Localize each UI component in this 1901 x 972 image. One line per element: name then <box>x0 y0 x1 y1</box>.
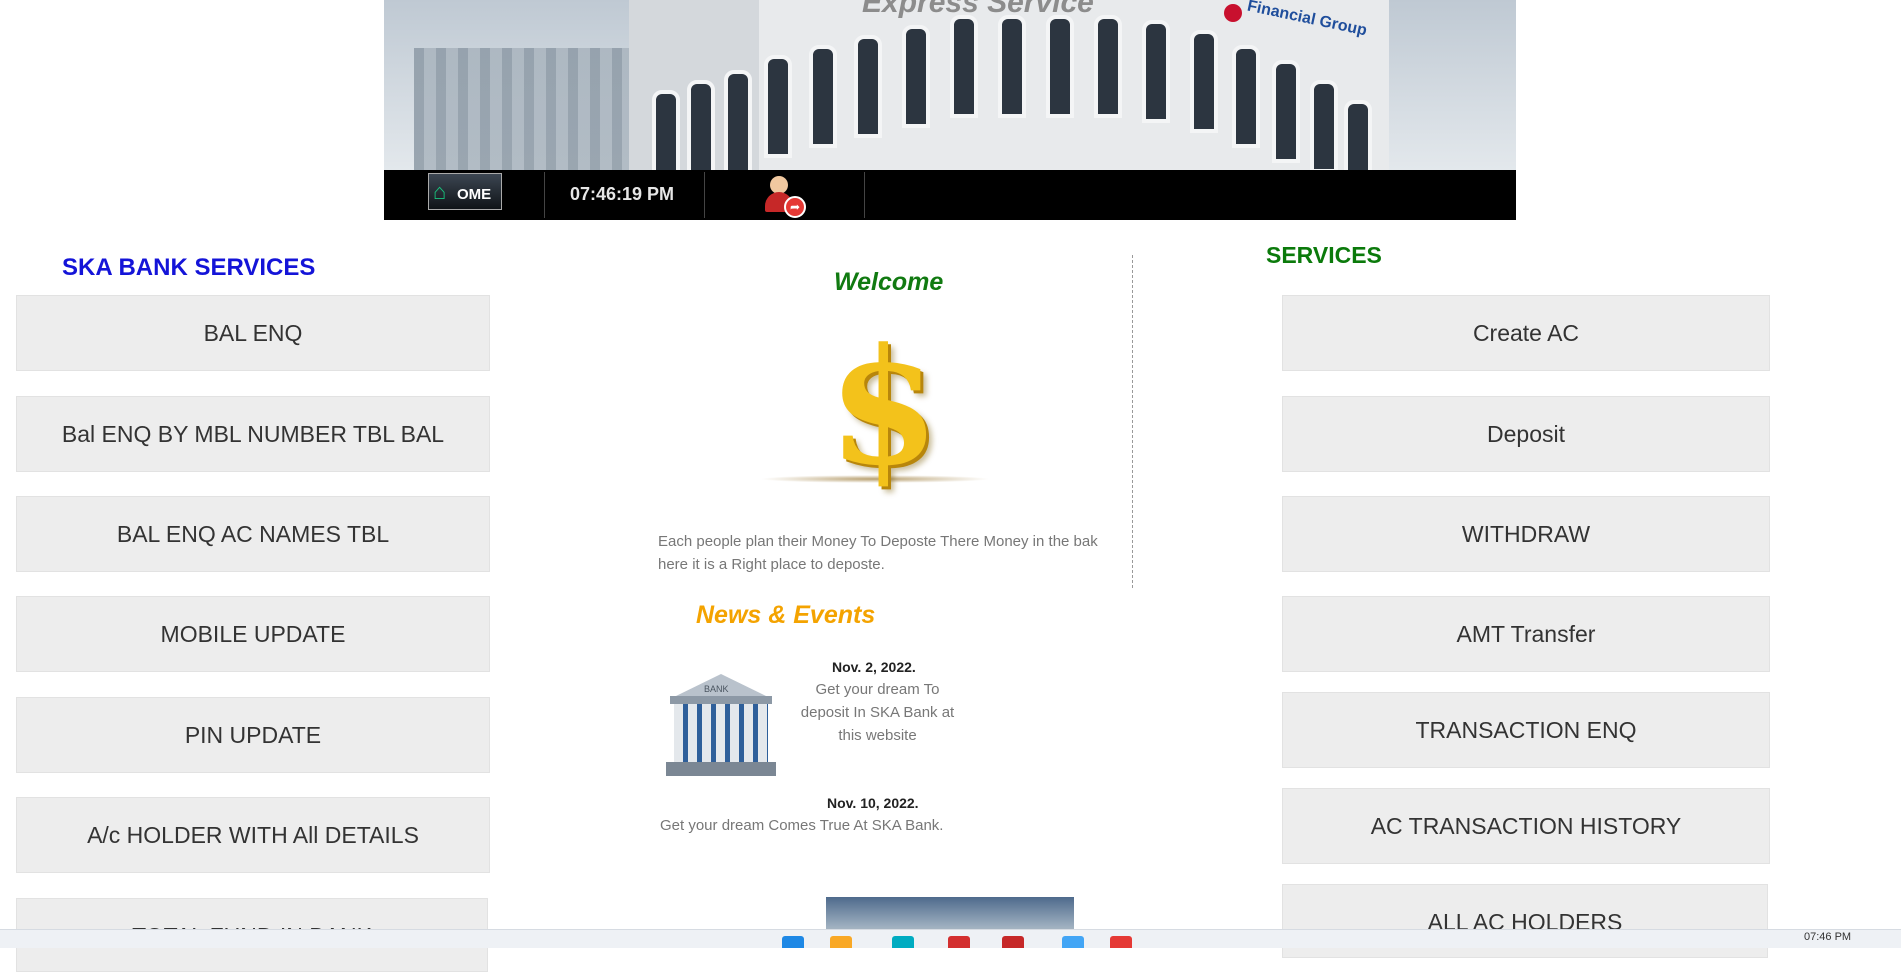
bank-base <box>666 762 776 776</box>
building-window <box>998 15 1026 118</box>
building-window <box>1046 15 1074 118</box>
ac-holder-details-button[interactable]: A/c HOLDER WITH All DETAILS <box>16 797 490 873</box>
building-window <box>854 35 882 138</box>
right-section-title: SERVICES <box>1266 242 1382 268</box>
building-window <box>1094 15 1122 118</box>
nav-divider <box>704 172 705 218</box>
taskbar-clock: 07:46 PM <box>1804 931 1852 943</box>
bank-building-icon: BANK <box>666 674 776 778</box>
dollar-icon: $ <box>760 313 1000 501</box>
nav-divider <box>544 172 545 218</box>
ac-transaction-history-button[interactable]: AC TRANSACTION HISTORY <box>1282 788 1770 864</box>
building-window <box>950 15 978 118</box>
welcome-text: Each people plan their Money To Deposte … <box>658 533 1098 573</box>
dollar-sign-glyph: $ <box>828 313 940 501</box>
news-text: Get your dream To deposit In SKA Bank at… <box>800 681 955 744</box>
bank-beam <box>670 696 772 704</box>
bank-icon-label: BANK <box>704 684 729 694</box>
building-window <box>687 80 715 170</box>
logout-user-button[interactable]: ➦ <box>762 174 808 218</box>
file-explorer-icon[interactable] <box>830 936 852 948</box>
home-button[interactable]: ⌂ OME <box>428 173 502 210</box>
home-label: OME <box>457 186 492 203</box>
left-section-title: SKA BANK SERVICES <box>62 254 316 281</box>
app-icon[interactable] <box>948 936 970 948</box>
bal-enq-ac-names-button[interactable]: BAL ENQ AC NAMES TBL <box>16 496 490 572</box>
building-window <box>902 25 930 128</box>
amt-transfer-button[interactable]: AMT Transfer <box>1282 596 1770 672</box>
edge-icon[interactable] <box>892 936 914 948</box>
news-text: Get your dream Comes True At SKA Bank. <box>660 817 944 834</box>
building-window <box>1142 20 1170 123</box>
mobile-update-button[interactable]: MOBILE UPDATE <box>16 596 490 672</box>
building-window <box>1190 30 1218 133</box>
news-title: News & Events <box>696 601 876 629</box>
chrome-icon[interactable] <box>1002 936 1024 948</box>
top-navbar: ⌂ OME 07:46:19 PM ➦ <box>384 170 1516 220</box>
pin-update-button[interactable]: PIN UPDATE <box>16 697 490 773</box>
building-window <box>1344 100 1372 170</box>
transaction-enq-button[interactable]: TRANSACTION ENQ <box>1282 692 1770 768</box>
news-date: Nov. 10, 2022. <box>827 795 919 811</box>
os-taskbar: 07:46 PM <box>0 929 1901 948</box>
app-icon[interactable] <box>1062 936 1084 948</box>
building-window <box>1272 60 1300 163</box>
create-ac-button[interactable]: Create AC <box>1282 295 1770 371</box>
banner-left-building <box>414 48 634 170</box>
bank-logo-icon <box>1224 4 1242 22</box>
building-window <box>652 90 680 170</box>
building-window <box>809 45 837 148</box>
nav-divider <box>864 172 865 218</box>
building-window <box>724 70 752 170</box>
deposit-button[interactable]: Deposit <box>1282 396 1770 472</box>
building-window <box>1232 45 1260 148</box>
clock-display: 07:46:19 PM <box>570 184 675 204</box>
withdraw-button[interactable]: WITHDRAW <box>1282 496 1770 572</box>
building-window <box>1310 80 1338 170</box>
banner-title: Express Service <box>862 0 1094 19</box>
home-icon: ⌂ <box>433 179 447 204</box>
vertical-divider <box>1132 255 1133 588</box>
header-banner: Financial Group Express Service <box>384 0 1516 170</box>
bank-columns <box>674 704 768 762</box>
bal-enq-button[interactable]: BAL ENQ <box>16 295 490 371</box>
bal-enq-by-mobile-button[interactable]: Bal ENQ BY MBL NUMBER TBL BAL <box>16 396 490 472</box>
app-icon[interactable] <box>1110 936 1132 948</box>
logout-arrow-icon: ➦ <box>784 196 806 218</box>
building-window <box>764 55 792 158</box>
welcome-title: Welcome <box>834 268 944 296</box>
news-date: Nov. 2, 2022. <box>832 659 916 675</box>
start-icon[interactable] <box>782 936 804 948</box>
